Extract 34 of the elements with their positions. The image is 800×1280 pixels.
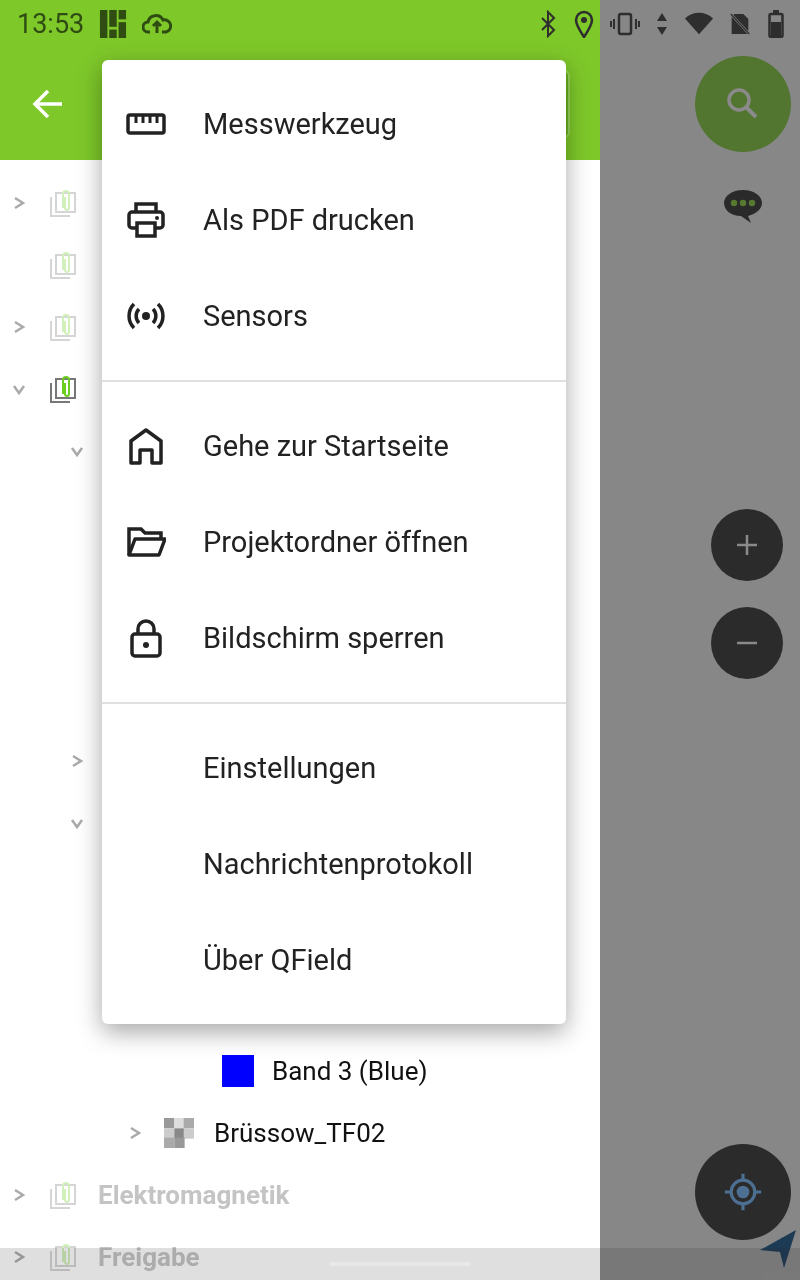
grid-icon	[98, 10, 129, 38]
home-icon	[126, 426, 166, 466]
chevron-right-icon[interactable]	[12, 1188, 26, 1202]
menu-item[interactable]: Projektordner öffnen	[102, 494, 566, 590]
plus-icon	[735, 533, 759, 557]
menu-item[interactable]: Über QField	[102, 912, 566, 1008]
chevron-right-icon[interactable]	[12, 320, 26, 334]
menu-item[interactable]: Einstellungen	[102, 720, 566, 816]
bluetooth-icon	[538, 10, 558, 38]
printer-icon	[126, 200, 166, 240]
crosshair-icon	[723, 1172, 763, 1212]
clock-text: 13:53	[17, 8, 85, 40]
battery-icon	[766, 10, 786, 38]
chat-icon[interactable]	[723, 188, 763, 226]
data-arrows-icon	[656, 12, 668, 36]
no-sim-icon	[730, 10, 750, 38]
vibrate-icon	[610, 10, 640, 38]
minus-icon	[735, 641, 759, 645]
menu-item[interactable]: Sensors	[102, 268, 566, 364]
menu-item[interactable]: Nachrichtenprotokoll	[102, 816, 566, 912]
layer-name[interactable]: Band 3 (Blue)	[272, 1056, 428, 1086]
raster-icon	[164, 1118, 194, 1148]
menu-item[interactable]: Bildschirm sperren	[102, 590, 566, 686]
chevron-right-icon[interactable]	[12, 1250, 26, 1264]
map-area[interactable]	[600, 48, 800, 1280]
menu-item[interactable]: Als PDF drucken	[102, 172, 566, 268]
layer-name[interactable]: Brüssow_TF02	[214, 1118, 386, 1148]
menu-item[interactable]: Gehe zur Startseite	[102, 398, 566, 494]
position-arrow-icon	[758, 1228, 798, 1268]
chevron-right-icon[interactable]	[12, 196, 26, 210]
menu-item[interactable]: Messwerkzeug	[102, 76, 566, 172]
location-icon	[574, 10, 594, 38]
chevron-right-icon[interactable]	[128, 1126, 142, 1140]
chevron-right-icon[interactable]	[70, 754, 84, 768]
